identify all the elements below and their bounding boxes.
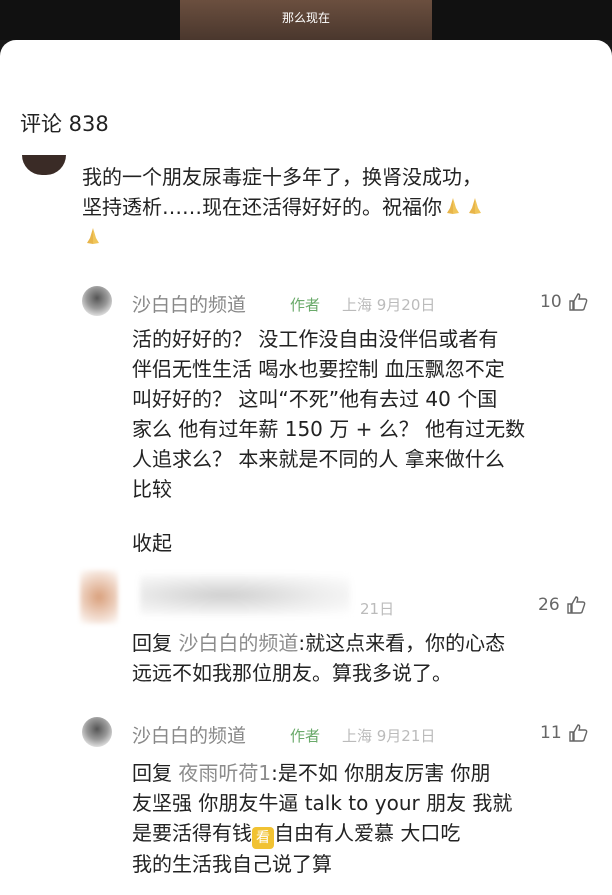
reply-meta: 21日: [360, 600, 395, 618]
video-strip: 那么现在: [0, 0, 612, 40]
blurred-username: [140, 575, 350, 615]
like-count: 11: [540, 723, 562, 743]
like-button[interactable]: 10: [540, 292, 588, 312]
top-comment-avatar[interactable]: [22, 155, 66, 175]
comments-sheet: 评论 838 我的一个朋友尿毒症十多年了，换肾没成功， 坚持透析……现在还活得好…: [0, 40, 612, 895]
reply-author-name[interactable]: 沙白白的频道: [132, 721, 246, 748]
reply-text: 回复 沙白白的频道:就这点来看，你的心态 远远不如我那位朋友。算我多说了。: [132, 631, 506, 685]
top-comment-text: 我的一个朋友尿毒症十多年了，换肾没成功， 坚持透析……现在还活得好好的。祝福你: [82, 162, 592, 252]
reply-meta: 上海 9月20日: [342, 296, 436, 314]
like-count: 10: [540, 292, 562, 312]
like-button[interactable]: 11: [540, 723, 588, 743]
mention-link[interactable]: 沙白白的频道: [178, 631, 298, 655]
reply-meta: 上海 9月21日: [342, 727, 436, 745]
mention-link[interactable]: 夜雨听荷1: [178, 761, 271, 785]
reply-author-name[interactable]: 沙白白的频道: [132, 290, 246, 317]
author-avatar[interactable]: [82, 286, 112, 316]
pray-emoji-icon: [469, 198, 481, 214]
like-button[interactable]: 26: [538, 595, 586, 615]
pray-emoji-icon: [87, 228, 99, 244]
pray-emoji-icon: [447, 198, 459, 214]
video-caption: 那么现在: [281, 11, 330, 25]
comments-count-header: 评论 838: [20, 112, 109, 136]
author-tag: 作者: [290, 296, 321, 314]
thumbs-up-icon: [568, 293, 588, 311]
reply-text: 活的好好的？ 没工作没自由没伴侣或者有 伴侣无性生活 喝水也要控制 血压飘忽不定…: [132, 327, 526, 501]
thumbs-up-icon: [568, 724, 588, 742]
reply-text: 回复 夜雨听荷1:是不如 你朋友厉害 你朋 友坚强 你朋友牛逼 talk to …: [132, 761, 513, 876]
thumbs-up-icon: [566, 596, 586, 614]
author-avatar[interactable]: [82, 717, 112, 747]
blurred-avatar[interactable]: [80, 570, 118, 624]
like-count: 26: [538, 595, 560, 615]
sticker-icon: 看: [252, 827, 274, 849]
author-tag: 作者: [290, 727, 321, 745]
collapse-button[interactable]: 收起: [132, 527, 172, 556]
